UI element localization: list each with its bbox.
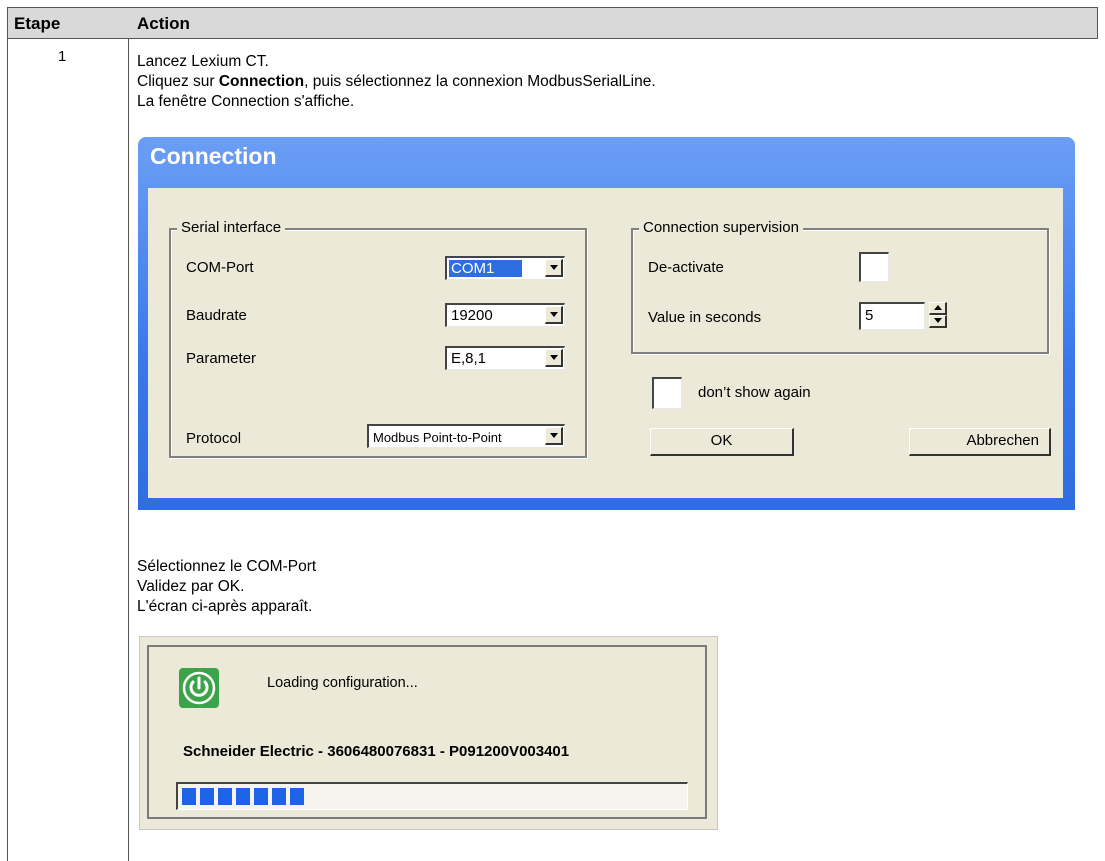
progress-segment	[182, 788, 196, 805]
instruction-line-2-pre: Cliquez sur	[137, 73, 219, 90]
connection-supervision-legend: Connection supervision	[639, 219, 803, 236]
baudrate-value: 19200	[451, 307, 493, 324]
deactivate-label: De-activate	[648, 259, 724, 276]
table-left-border	[7, 38, 8, 861]
loading-panel: Loading configuration... Schneider Elect…	[147, 645, 707, 819]
seconds-input[interactable]: 5	[859, 302, 925, 330]
spin-down-icon[interactable]	[929, 315, 947, 328]
instruction-line-4: Sélectionnez le COM-Port	[137, 558, 317, 575]
instruction-line-2-post: , puis sélectionnez la connexion ModbusS…	[304, 73, 656, 90]
spin-up-icon[interactable]	[929, 302, 947, 315]
protocol-label: Protocol	[186, 430, 242, 447]
dont-show-again-label: don’t show again	[698, 384, 811, 401]
chevron-down-icon[interactable]	[545, 259, 563, 277]
procedure-table: Etape Action 1 Lancez Lexium CT. Cliquez…	[0, 0, 1105, 861]
chevron-down-icon[interactable]	[545, 306, 563, 324]
dialog-body: Serial interface COM-Port COM1 Baudrate …	[148, 188, 1063, 498]
progress-segment	[272, 788, 286, 805]
progress-segment	[290, 788, 304, 805]
parameter-select[interactable]: E,8,1	[445, 346, 565, 370]
loading-message: Loading configuration...	[267, 675, 418, 691]
instruction-line-1: Lancez Lexium CT.	[137, 53, 269, 70]
parameter-value: E,8,1	[451, 350, 487, 367]
dont-show-again-checkbox[interactable]	[652, 377, 682, 409]
dialog-title: Connection	[150, 143, 277, 169]
instruction-line-5: Validez par OK.	[137, 578, 245, 595]
instruction-connection-bold: Connection	[218, 73, 305, 90]
chevron-down-icon[interactable]	[545, 427, 563, 445]
chevron-down-icon[interactable]	[545, 349, 563, 367]
header-etape-label: Etape	[14, 14, 61, 33]
power-icon	[179, 668, 219, 708]
table-column-divider	[128, 38, 129, 861]
header-action: Action	[129, 7, 1098, 39]
com-port-label: COM-Port	[186, 259, 254, 276]
instruction-line-6: L'écran ci-après apparaît.	[137, 598, 313, 615]
step-number: 1	[58, 48, 67, 65]
progress-segment	[254, 788, 268, 805]
progress-bar-fill	[182, 788, 304, 805]
progress-segment	[200, 788, 214, 805]
progress-segment	[218, 788, 232, 805]
value-in-seconds-label: Value in seconds	[648, 309, 762, 326]
cancel-button[interactable]: Abbrechen	[909, 428, 1051, 456]
header-etape: Etape	[7, 7, 130, 39]
com-port-value: COM1	[449, 260, 523, 277]
seconds-spinner[interactable]	[929, 302, 947, 328]
header-action-label: Action	[137, 14, 190, 33]
serial-interface-group: Serial interface COM-Port COM1 Baudrate …	[169, 219, 587, 458]
protocol-value: Modbus Point-to-Point	[373, 430, 502, 445]
com-port-select[interactable]: COM1	[445, 256, 565, 280]
instruction-line-3: La fenêtre Connection s'affiche.	[137, 93, 355, 110]
baudrate-select[interactable]: 19200	[445, 303, 565, 327]
loading-window: Loading configuration... Schneider Elect…	[139, 636, 718, 830]
ok-button[interactable]: OK	[650, 428, 794, 456]
parameter-label: Parameter	[186, 350, 257, 367]
device-id: Schneider Electric - 3606480076831 - P09…	[183, 743, 570, 760]
connection-supervision-group: Connection supervision De-activate Value…	[631, 219, 1049, 354]
baudrate-label: Baudrate	[186, 307, 247, 324]
seconds-value: 5	[865, 307, 874, 324]
protocol-select[interactable]: Modbus Point-to-Point	[367, 424, 565, 448]
serial-interface-legend: Serial interface	[177, 219, 286, 236]
instruction-line-2: Cliquez sur Connection, puis sélectionne…	[137, 72, 656, 92]
progress-bar	[176, 782, 688, 810]
deactivate-checkbox[interactable]	[859, 252, 889, 282]
progress-segment	[236, 788, 250, 805]
connection-dialog: Connection Serial interface COM-Port COM…	[138, 137, 1075, 510]
